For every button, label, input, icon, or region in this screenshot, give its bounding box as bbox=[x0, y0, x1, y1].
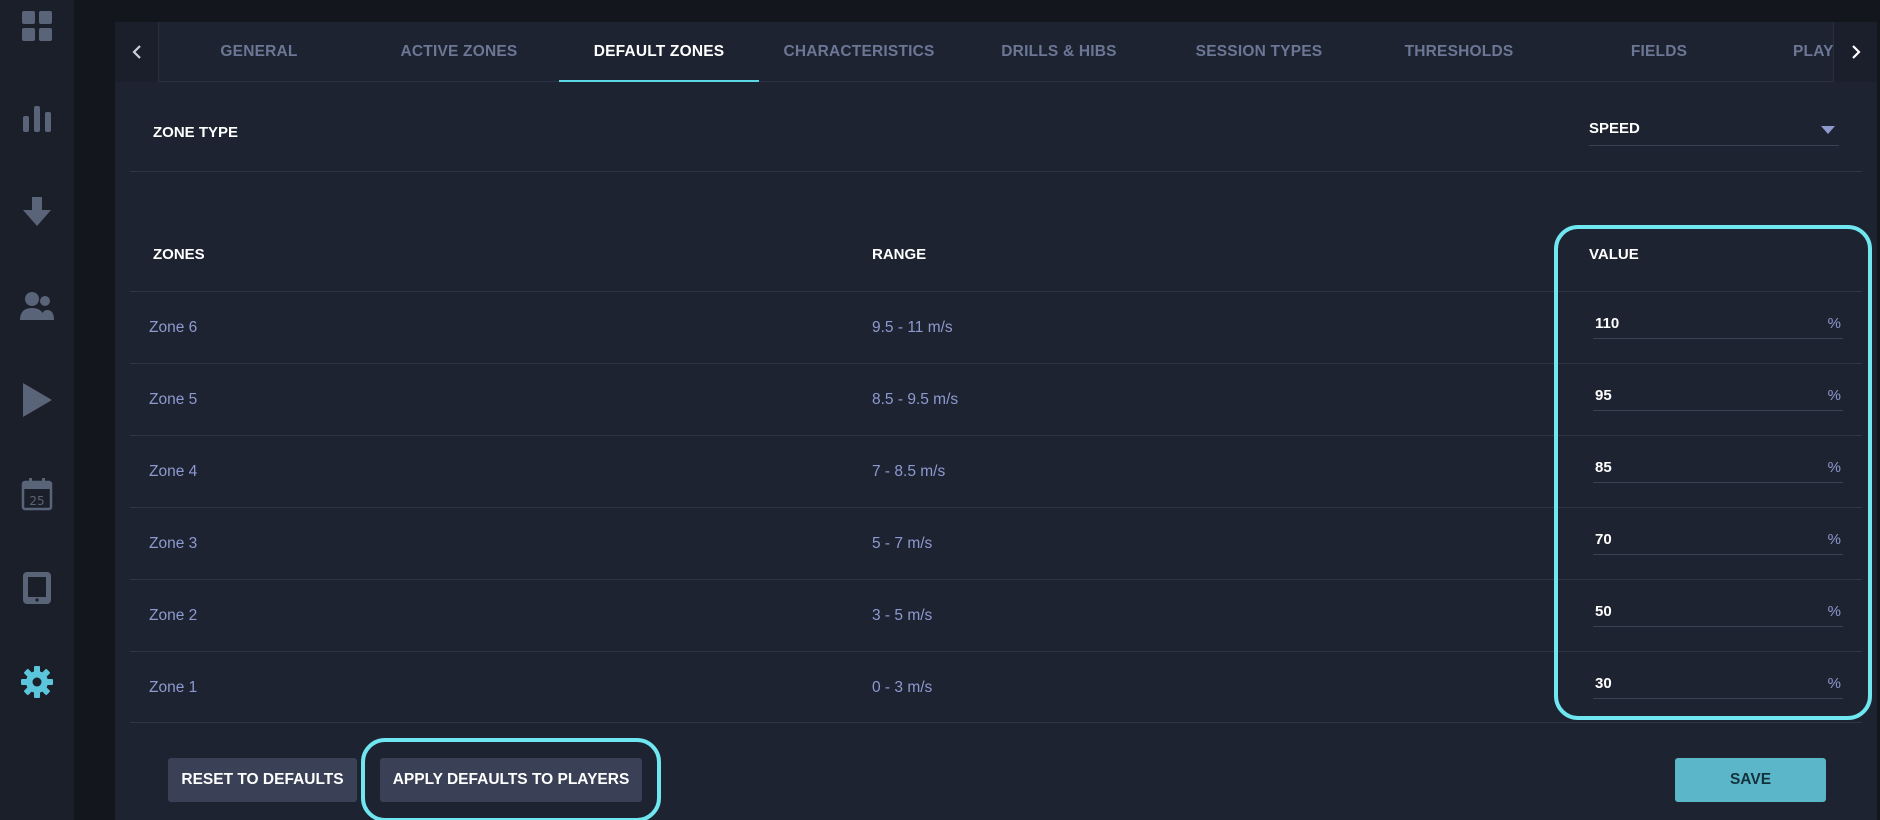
row-divider bbox=[130, 363, 1862, 364]
zone-value-unit: % bbox=[1827, 603, 1841, 620]
tab-bar: GENERAL ACTIVE ZONES DEFAULT ZONES CHARA… bbox=[115, 22, 1877, 82]
divider bbox=[130, 171, 1862, 172]
tab-thresholds[interactable]: THRESHOLDS bbox=[1359, 22, 1559, 82]
tab-session-types[interactable]: SESSION TYPES bbox=[1159, 22, 1359, 82]
zone-value-unit: % bbox=[1827, 675, 1841, 692]
zone-name: Zone 5 bbox=[149, 391, 198, 408]
zone-value-unit: % bbox=[1827, 387, 1841, 404]
tab-drills-hibs[interactable]: DRILLS & HIBS bbox=[959, 22, 1159, 82]
zone-value: 50 bbox=[1595, 603, 1612, 620]
reset-to-defaults-button[interactable]: RESET TO DEFAULTS bbox=[168, 758, 357, 802]
tab-characteristics[interactable]: CHARACTERISTICS bbox=[759, 22, 959, 82]
zone-name: Zone 3 bbox=[149, 535, 198, 552]
zone-type-value: SPEED bbox=[1589, 120, 1640, 137]
row-divider bbox=[130, 579, 1862, 580]
tab-general[interactable]: GENERAL bbox=[159, 22, 359, 82]
zone-value-input[interactable]: 70 % bbox=[1593, 527, 1843, 555]
sidebar: 25 bbox=[0, 0, 74, 820]
caret-down-icon bbox=[1821, 126, 1835, 134]
gear-icon[interactable] bbox=[0, 662, 74, 702]
zone-value-input[interactable]: 30 % bbox=[1593, 671, 1843, 699]
zone-value: 70 bbox=[1595, 531, 1612, 548]
zone-value-unit: % bbox=[1827, 459, 1841, 476]
calendar-icon[interactable]: 25 bbox=[0, 474, 74, 514]
zone-value-input[interactable]: 110 % bbox=[1593, 311, 1843, 339]
header-zones: ZONES bbox=[153, 246, 205, 263]
tab-default-zones[interactable]: DEFAULT ZONES bbox=[559, 22, 759, 82]
play-icon[interactable] bbox=[0, 380, 74, 420]
tab-players[interactable]: PLAYE bbox=[1759, 22, 1833, 82]
zone-value: 30 bbox=[1595, 675, 1612, 692]
download-icon[interactable] bbox=[0, 192, 74, 232]
zone-value-input[interactable]: 50 % bbox=[1593, 599, 1843, 627]
zone-range: 8.5 - 9.5 m/s bbox=[872, 391, 959, 408]
zone-name: Zone 2 bbox=[149, 607, 198, 624]
header-value: VALUE bbox=[1589, 246, 1639, 263]
zone-value-input[interactable]: 85 % bbox=[1593, 455, 1843, 483]
tablet-icon[interactable] bbox=[0, 568, 74, 608]
zone-value: 110 bbox=[1595, 315, 1620, 332]
zone-range: 7 - 8.5 m/s bbox=[872, 463, 946, 480]
zone-range: 3 - 5 m/s bbox=[872, 607, 933, 624]
bar-chart-icon[interactable] bbox=[0, 98, 74, 138]
zone-name: Zone 1 bbox=[149, 679, 198, 696]
calendar-day: 25 bbox=[29, 494, 44, 508]
tabs: GENERAL ACTIVE ZONES DEFAULT ZONES CHARA… bbox=[159, 22, 1833, 82]
tab-scroll-left-button[interactable] bbox=[115, 22, 159, 82]
zone-value-unit: % bbox=[1827, 531, 1841, 548]
zone-range: 0 - 3 m/s bbox=[872, 679, 933, 696]
settings-card: GENERAL ACTIVE ZONES DEFAULT ZONES CHARA… bbox=[115, 22, 1877, 820]
apply-defaults-button[interactable]: APPLY DEFAULTS TO PLAYERS bbox=[380, 758, 642, 802]
tab-active-zones[interactable]: ACTIVE ZONES bbox=[359, 22, 559, 82]
chevron-right-icon bbox=[1851, 45, 1861, 59]
tab-scroll-right-button[interactable] bbox=[1833, 22, 1877, 82]
zone-range: 5 - 7 m/s bbox=[872, 535, 933, 552]
zone-value: 95 bbox=[1595, 387, 1612, 404]
header-range: RANGE bbox=[872, 246, 927, 263]
zone-type-select[interactable]: SPEED bbox=[1589, 118, 1839, 146]
zone-value-input[interactable]: 95 % bbox=[1593, 383, 1843, 411]
tab-fields[interactable]: FIELDS bbox=[1559, 22, 1759, 82]
users-icon[interactable] bbox=[0, 286, 74, 326]
grid-icon[interactable] bbox=[0, 6, 74, 46]
zone-value-unit: % bbox=[1827, 315, 1841, 332]
zone-name: Zone 4 bbox=[149, 463, 198, 480]
chevron-left-icon bbox=[131, 45, 141, 59]
row-divider bbox=[130, 435, 1862, 436]
row-divider bbox=[130, 291, 1862, 292]
zone-type-label: ZONE TYPE bbox=[153, 124, 239, 141]
zone-name: Zone 6 bbox=[149, 319, 198, 336]
zone-range: 9.5 - 11 m/s bbox=[872, 319, 953, 336]
row-divider bbox=[130, 507, 1862, 508]
row-divider bbox=[130, 722, 1862, 723]
row-divider bbox=[130, 651, 1862, 652]
save-button[interactable]: SAVE bbox=[1675, 758, 1826, 802]
zone-value: 85 bbox=[1595, 459, 1612, 476]
